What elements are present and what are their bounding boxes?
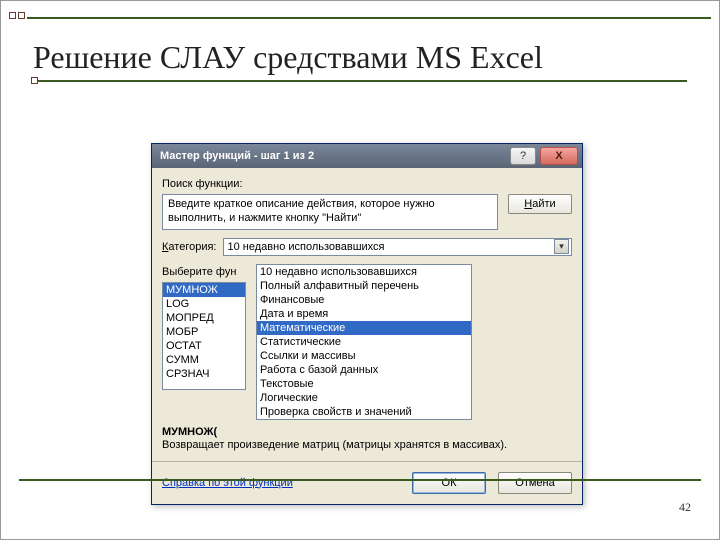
dialog-title: Мастер функций - шаг 1 из 2 — [160, 150, 506, 162]
chevron-down-icon[interactable]: ▾ — [554, 239, 569, 254]
dialog-titlebar[interactable]: Мастер функций - шаг 1 из 2 ? X — [152, 144, 582, 168]
category-item[interactable]: Текстовые — [257, 377, 471, 391]
slide-accent-top — [9, 9, 711, 19]
category-item[interactable]: Полный алфавитный перечень — [257, 279, 471, 293]
function-item[interactable]: МОПРЕД — [163, 311, 245, 325]
category-item[interactable]: Работа с базой данных — [257, 363, 471, 377]
slide-frame: Решение СЛАУ средствами MS Excel Мастер … — [0, 0, 720, 540]
category-dropdown-list[interactable]: 10 недавно использовавшихсяПолный алфави… — [256, 264, 472, 420]
close-icon[interactable]: X — [540, 147, 578, 165]
search-input[interactable]: Введите краткое описание действия, котор… — [162, 194, 498, 230]
function-signature: МУМНОЖ( — [162, 426, 572, 438]
category-item[interactable]: Логические — [257, 391, 471, 405]
category-item[interactable]: Финансовые — [257, 293, 471, 307]
category-item[interactable]: Ссылки и массивы — [257, 349, 471, 363]
category-item[interactable]: Дата и время — [257, 307, 471, 321]
function-wizard-dialog: Мастер функций - шаг 1 из 2 ? X Поиск фу… — [151, 143, 583, 505]
search-label: Поиск функции: — [162, 178, 572, 190]
slide-title-underline — [33, 80, 687, 82]
ok-button[interactable]: ОК — [412, 472, 486, 494]
slide-title: Решение СЛАУ средствами MS Excel — [33, 39, 687, 76]
find-button[interactable]: Найти — [508, 194, 572, 214]
category-combo[interactable]: 10 недавно использовавшихся ▾ — [223, 238, 573, 256]
category-label: Категория: — [162, 241, 217, 253]
function-item[interactable]: МОБР — [163, 325, 245, 339]
category-item[interactable]: Математические — [257, 321, 471, 335]
function-item[interactable]: LOG — [163, 297, 245, 311]
choose-function-label: Выберите фун — [162, 266, 246, 278]
help-icon[interactable]: ? — [510, 147, 536, 165]
category-item[interactable]: Статистические — [257, 335, 471, 349]
category-item[interactable]: Проверка свойств и значений — [257, 405, 471, 419]
cancel-button[interactable]: Отмена — [498, 472, 572, 494]
page-number: 42 — [679, 500, 691, 515]
find-button-label-rest: айти — [532, 198, 555, 210]
dialog-body: Поиск функции: Введите краткое описание … — [152, 168, 582, 504]
function-item[interactable]: ОСТАТ — [163, 339, 245, 353]
function-item[interactable]: МУМНОЖ — [163, 283, 245, 297]
category-item[interactable]: 10 недавно использовавшихся — [257, 265, 471, 279]
slide-footer-rule — [19, 479, 701, 481]
function-list[interactable]: МУМНОЖLOGМОПРЕДМОБРОСТАТСУММСРЗНАЧ — [162, 282, 246, 390]
function-item[interactable]: СУММ — [163, 353, 245, 367]
function-description: Возвращает произведение матриц (матрицы … — [162, 439, 572, 451]
category-combo-value: 10 недавно использовавшихся — [228, 241, 385, 253]
function-item[interactable]: СРЗНАЧ — [163, 367, 245, 381]
dialog-separator — [152, 461, 582, 462]
